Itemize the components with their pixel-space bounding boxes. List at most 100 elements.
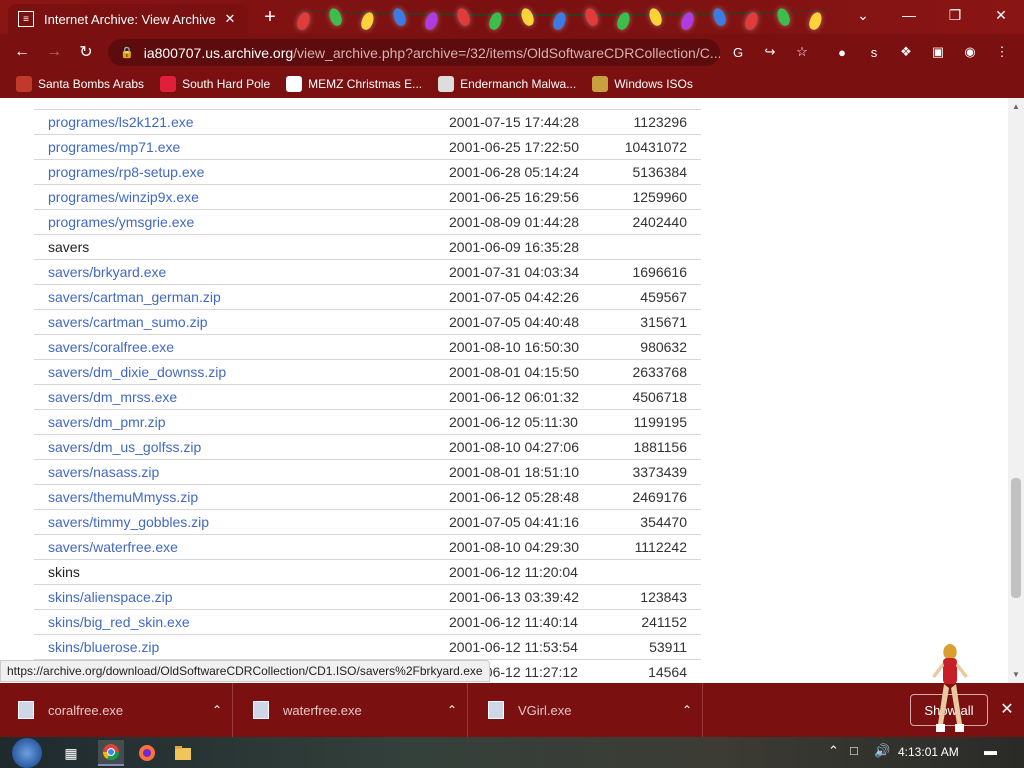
chevron-up-icon[interactable]: ⌃ [672,703,702,717]
share-icon[interactable]: ↪ [760,42,780,62]
dancing-girl-sprite [932,644,968,732]
file-link[interactable]: programes/mp71.exe [48,139,180,155]
download-item[interactable]: waterfree.exe ⌃ [235,683,468,737]
bookmark-item[interactable]: South Hard Pole [160,76,270,92]
s-extension-icon[interactable]: s [864,42,884,62]
file-date-cell: 2001-08-09 01:44:28 [449,214,579,230]
file-link[interactable]: savers/cartman_sumo.zip [48,314,208,330]
file-link[interactable]: savers/waterfree.exe [48,539,178,555]
file-link[interactable]: savers/dm_mrss.exe [48,389,177,405]
file-link[interactable]: programes/rp8-setup.exe [48,164,204,180]
new-tab-button[interactable]: + [258,6,282,29]
bookmark-star-icon[interactable]: ☆ [792,42,812,62]
restore-button[interactable]: ❐ [932,0,978,30]
taskbar-clock[interactable]: 4:13:01 AM [898,745,959,759]
file-link[interactable]: skins/bluerose.zip [48,639,159,655]
file-link[interactable]: savers/nasass.zip [48,464,159,480]
vertical-scrollbar[interactable]: ▲ ▼ [1008,98,1024,683]
gift-icon [286,76,303,92]
file-name-cell: programes/ls2k121.exe [34,114,449,130]
table-row: savers/cartman_german.zip 2001-07-05 04:4… [34,285,701,310]
chevron-up-tray-icon[interactable]: ⌃ [828,743,839,759]
table-row: savers/nasass.zip 2001-08-01 18:51:10 3373… [34,460,701,485]
bookmark-item[interactable]: Windows ISOs [592,76,693,92]
light-bulb [295,10,312,32]
table-row: skins/big_red_skin.exe 2001-06-12 11:40:1… [34,610,701,635]
light-bulb [807,10,824,32]
file-date-cell: 2001-08-01 04:15:50 [449,364,579,380]
back-arrow-icon[interactable]: ← [10,40,34,64]
reload-icon[interactable]: ↻ [74,40,98,64]
file-date-cell: 2001-06-28 05:14:24 [449,164,579,180]
file-date-cell: 2001-08-10 04:29:30 [449,539,579,555]
forward-arrow-icon[interactable]: → [42,40,66,64]
task-view-icon[interactable]: ▦ [58,740,84,766]
chevron-up-icon[interactable]: ⌃ [202,703,232,717]
file-size-cell: 2402440 [632,214,687,230]
file-name-cell: savers/dm_pmr.zip [34,414,449,430]
file-link[interactable]: savers/brkyard.exe [48,264,166,280]
file-link[interactable]: savers/cartman_german.zip [48,289,221,305]
chevron-up-icon[interactable]: ⌃ [437,703,467,717]
menu-kebab-icon[interactable]: ⋮ [992,42,1012,62]
table-row: savers/cartman_sumo.zip 2001-07-05 04:40:… [34,310,701,335]
file-link[interactable]: savers/dm_dixie_downss.zip [48,364,226,380]
file-size-cell: 980632 [640,339,687,355]
bookmark-item[interactable]: MEMZ Christmas E... [286,76,422,92]
file-name-cell: skins/alienspace.zip [34,589,449,605]
flag-extension-icon[interactable]: ● [832,42,852,62]
cat-icon [438,76,455,92]
file-link[interactable]: programes/ymsgrie.exe [48,214,194,230]
chrome-taskbar-icon[interactable] [98,740,124,766]
file-name-cell: savers/coralfree.exe [34,339,449,355]
file-name-cell: savers/nasass.zip [34,464,449,480]
start-orb-icon[interactable] [12,738,42,768]
exe-file-icon [18,701,34,719]
file-link[interactable]: savers/dm_pmr.zip [48,414,165,430]
scroll-down-arrow-icon[interactable]: ▼ [1012,670,1020,679]
close-window-button[interactable]: ✕ [978,0,1024,30]
file-link[interactable]: savers/themuMmyss.zip [48,489,198,505]
table-row: programes/winzip9x.exe 2001-06-25 16:29:5… [34,185,701,210]
file-link[interactable]: skins/alienspace.zip [48,589,173,605]
tab-strip: ≡ Internet Archive: View Archive ✕ + ⌄ —… [0,0,1024,34]
minimize-button[interactable]: — [886,0,932,30]
side-panel-icon[interactable]: ▣ [928,42,948,62]
figure-icon [592,76,609,92]
tab-search-chevron-icon[interactable]: ⌄ [840,0,886,30]
file-link[interactable]: savers/dm_us_golfss.zip [48,439,201,455]
bookmarks-bar: Santa Bombs Arabs South Hard Pole MEMZ C… [0,70,1024,98]
firefox-taskbar-icon[interactable] [134,740,160,766]
bookmark-item[interactable]: Santa Bombs Arabs [16,76,144,92]
close-downloads-icon[interactable]: ✕ [998,699,1016,719]
lock-icon[interactable]: 🔒 [120,46,134,59]
scroll-up-arrow-icon[interactable]: ▲ [1012,102,1020,111]
scrollbar-thumb[interactable] [1011,478,1021,598]
file-link[interactable]: skins/big_red_skin.exe [48,614,190,630]
file-name-cell: programes/ymsgrie.exe [34,214,449,230]
file-date-cell: 2001-06-13 03:39:42 [449,589,579,605]
downloads-bar: coralfree.exe ⌃ waterfree.exe ⌃ VGirl.ex… [0,683,1024,737]
file-date-cell: 2001-06-12 06:01:32 [449,389,579,405]
extensions-puzzle-icon[interactable]: ❖ [896,42,916,62]
file-link[interactable]: programes/winzip9x.exe [48,189,199,205]
table-row: savers/dm_mrss.exe 2001-06-12 06:01:32 450… [34,385,701,410]
notifications-icon[interactable]: ▬ [984,743,997,758]
volume-icon[interactable]: 🔊 [874,743,890,759]
file-link[interactable]: savers/coralfree.exe [48,339,174,355]
profile-avatar-icon[interactable]: ◉ [960,42,980,62]
table-row: savers/brkyard.exe 2001-07-31 04:03:34 169… [34,260,701,285]
google-icon[interactable]: G [728,42,748,62]
file-link[interactable]: savers/timmy_gobbles.zip [48,514,209,530]
tab-internet-archive[interactable]: ≡ Internet Archive: View Archive ✕ [8,4,248,34]
file-link[interactable]: programes/ls2k121.exe [48,114,194,130]
network-icon[interactable]: □ [850,743,858,758]
download-item[interactable]: VGirl.exe ⌃ [470,683,703,737]
close-tab-icon[interactable]: ✕ [222,11,238,27]
bookmark-item[interactable]: Endermanch Malwa... [438,76,576,92]
table-row: savers/timmy_gobbles.zip 2001-07-05 04:41… [34,510,701,535]
download-item[interactable]: coralfree.exe ⌃ [0,683,233,737]
directory-label: savers [48,239,90,255]
file-explorer-icon[interactable] [170,740,196,766]
address-bar[interactable]: 🔒 ia800707.us.archive.org /view_archive.… [108,39,720,66]
